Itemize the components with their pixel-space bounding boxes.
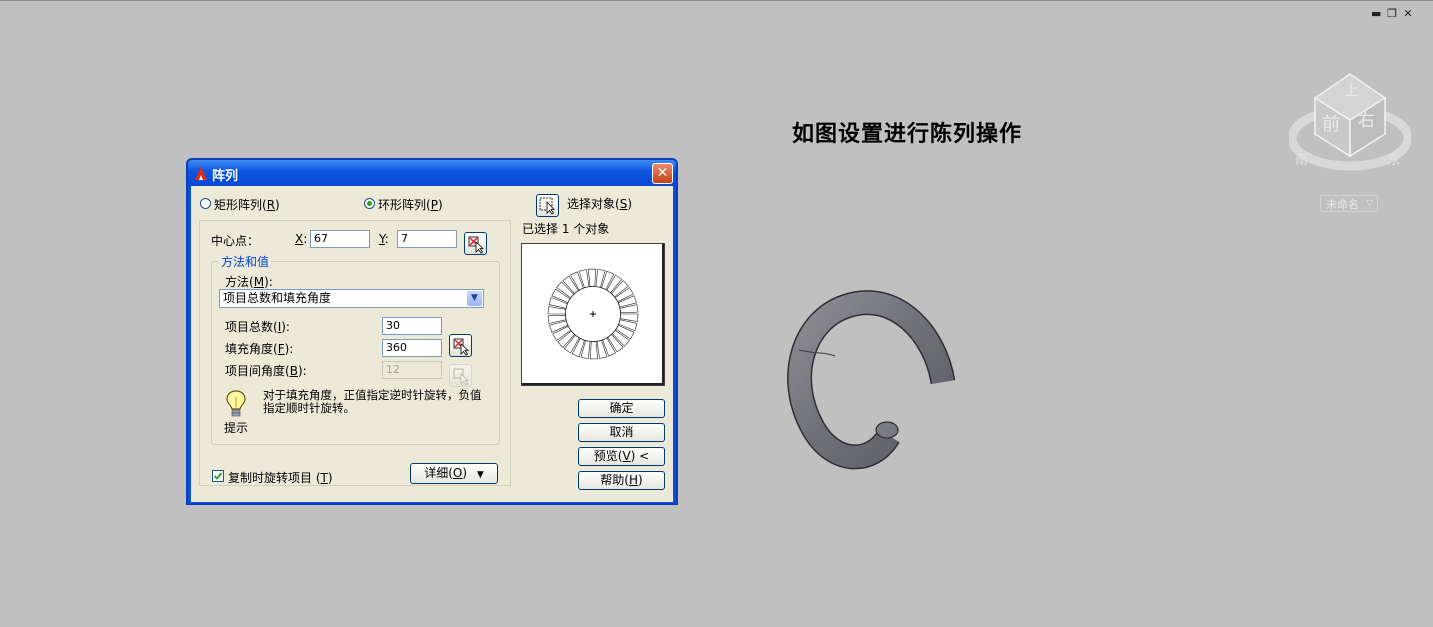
ok-button[interactable]: 确定 <box>578 399 665 418</box>
viewcube-east-label: 东 <box>1387 153 1400 168</box>
dialog-titlebar[interactable]: 阵列 ✕ <box>188 160 676 186</box>
pick-angle-disabled-icon <box>453 368 470 386</box>
checkmark-icon <box>213 472 223 480</box>
array-preview <box>521 243 665 386</box>
top-border <box>0 0 1433 1</box>
view-name-label: 未命名 <box>1326 198 1359 211</box>
y-label: Y: <box>379 232 389 246</box>
pick-point-icon <box>468 236 485 254</box>
page-caption: 如图设置进行陈列操作 <box>792 121 1023 147</box>
x-label: X: <box>295 232 308 246</box>
preview-tile <box>589 340 599 360</box>
preview-tile <box>587 268 597 288</box>
3d-ring-object <box>787 290 956 470</box>
center-point-label: 中心点： <box>211 234 260 248</box>
array-dialog: 阵列 ✕ 矩形阵列(R) 环形阵列(P) 中心点： X: 67 Y: 7 方法和… <box>186 158 678 505</box>
method-group-title: 方法和值 <box>219 253 272 270</box>
close-icon[interactable]: ✕ <box>1403 8 1413 19</box>
rect-array-label[interactable]: 矩形阵列(R) <box>214 196 280 213</box>
help-button[interactable]: 帮助(H) <box>578 471 665 490</box>
fill-angle-label: 填充角度(F): <box>225 342 294 356</box>
fill-angle-input[interactable]: 360 <box>382 339 442 357</box>
viewcube-top-label: 上 <box>1344 81 1359 99</box>
viewcube-south-label: 南 <box>1295 152 1308 168</box>
polar-array-radio[interactable] <box>364 198 375 209</box>
between-angle-label: 项目间角度(B): <box>225 364 307 378</box>
tip-caption: 提示 <box>224 421 249 435</box>
method-select[interactable]: 项目总数和填充角度 ▼ <box>219 289 484 308</box>
minimize-icon[interactable]: ▬ <box>1371 8 1381 19</box>
double-chevron-down-icon: ▼ <box>476 470 484 480</box>
pick-center-button[interactable] <box>464 232 487 255</box>
restore-icon[interactable]: ❐ <box>1387 8 1397 19</box>
detail-button[interactable]: 详细(O) ▼ <box>410 463 498 484</box>
viewcube[interactable]: 上 前 右 南 东 <box>1289 68 1411 178</box>
dialog-close-button[interactable]: ✕ <box>652 163 673 184</box>
window-controls: ▬ ❐ ✕ <box>1371 8 1413 19</box>
between-angle-input: 12 <box>382 361 442 379</box>
pick-fill-angle-button[interactable] <box>449 334 472 357</box>
method-label: 方法(M): <box>225 275 273 289</box>
center-x-input[interactable]: 67 <box>310 230 370 248</box>
viewcube-right-label: 右 <box>1358 111 1375 131</box>
chevron-down-icon: ▽ <box>1366 199 1373 209</box>
lightbulb-icon <box>226 390 246 417</box>
select-objects-label[interactable]: 选择对象(S) <box>567 195 632 212</box>
rotate-items-checkbox[interactable] <box>212 470 224 482</box>
total-items-input[interactable]: 30 <box>382 317 442 335</box>
autocad-logo-icon <box>195 166 207 180</box>
viewcube-front-label: 前 <box>1322 114 1340 135</box>
total-items-label: 项目总数(I): <box>225 320 290 334</box>
tip-text: 对于填充角度，正值指定逆时针旋转，负值指定顺时针旋转。 <box>263 388 482 415</box>
center-y-input[interactable]: 7 <box>397 230 457 248</box>
dialog-client: 矩形阵列(R) 环形阵列(P) 中心点： X: 67 Y: 7 方法和值 方法(… <box>191 186 673 502</box>
polar-array-label[interactable]: 环形阵列(P) <box>378 196 443 213</box>
rotate-items-label[interactable]: 复制时旋转项目 (T) <box>228 469 333 486</box>
cancel-button[interactable]: 取消 <box>578 423 665 442</box>
pick-angle-icon <box>453 338 470 356</box>
dialog-title: 阵列 <box>212 169 239 184</box>
method-select-value: 项目总数和填充角度 <box>223 291 332 305</box>
preview-button[interactable]: 预览(V) < <box>578 447 665 466</box>
pick-between-angle-button <box>449 364 472 387</box>
select-objects-button[interactable] <box>536 194 559 217</box>
preview-drawing <box>547 268 639 360</box>
view-name-dropdown[interactable]: 未命名 ▽ <box>1320 195 1378 212</box>
selected-count-label: 已选择 1 个对象 <box>522 222 610 236</box>
select-objects-icon <box>539 197 555 215</box>
chevron-down-icon[interactable]: ▼ <box>467 291 482 306</box>
rect-array-radio[interactable] <box>200 198 211 209</box>
